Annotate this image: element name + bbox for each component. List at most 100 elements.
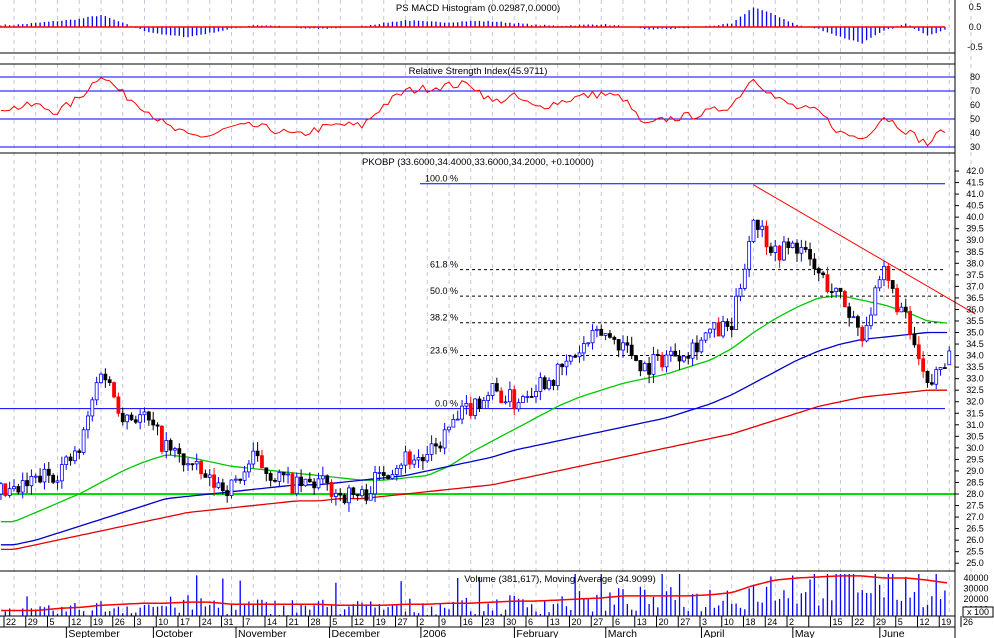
candle-body — [355, 494, 360, 497]
x-tick-label: 12 — [71, 617, 81, 627]
candle-body — [847, 306, 852, 318]
month-label: May — [795, 628, 816, 638]
volume-tick-label: 30000 — [963, 584, 988, 594]
candle-body — [542, 377, 547, 390]
candle-body — [90, 399, 95, 417]
candle-body — [786, 241, 791, 248]
rsi-tick-label: 50 — [970, 114, 980, 124]
candle-body — [425, 454, 430, 462]
candle-body — [347, 487, 351, 504]
candle-body — [394, 468, 399, 475]
candle-body — [929, 382, 934, 385]
x-tick-label: 14 — [267, 617, 277, 627]
candle-body — [364, 489, 369, 501]
candle-body — [512, 389, 517, 410]
price-tick-label: 32.0 — [966, 397, 984, 407]
candle-body — [873, 287, 878, 316]
candle-body — [834, 287, 839, 292]
candle-body — [703, 332, 708, 341]
candle-body — [912, 334, 917, 346]
candle-body — [573, 355, 578, 358]
x-tick-label: 26 — [963, 617, 973, 627]
candle-body — [203, 473, 208, 478]
candle-body — [133, 419, 138, 423]
x-tick-label: 2 — [419, 617, 424, 627]
rsi-tick-label: 60 — [970, 100, 980, 110]
candle-body — [795, 242, 799, 254]
candle-body — [621, 342, 625, 351]
price-tick-label: 39.0 — [966, 235, 984, 245]
rsi-tick-label: 40 — [970, 128, 980, 138]
candle-body — [769, 246, 773, 253]
x-tick-label: 17 — [180, 617, 190, 627]
candle-body — [225, 490, 230, 496]
candle-body — [799, 247, 804, 254]
candle-body — [403, 451, 408, 466]
candle-body — [755, 219, 760, 230]
candle-body — [333, 492, 338, 497]
price-tick-label: 31.0 — [966, 420, 984, 430]
candle-body — [242, 471, 247, 481]
candle-body — [925, 370, 930, 384]
candle-body — [499, 390, 504, 404]
candle-body — [168, 440, 173, 451]
x-tick-label: 27 — [398, 617, 408, 627]
candle-body — [199, 461, 203, 475]
candle-body — [464, 403, 469, 407]
candle-body — [342, 494, 347, 504]
candle-body — [255, 450, 260, 457]
candle-body — [877, 279, 882, 289]
candle-body — [307, 478, 312, 483]
price-tick-label: 26.0 — [966, 535, 984, 545]
x-tick-label: 20 — [572, 617, 582, 627]
candle-body — [947, 350, 952, 366]
candle-body — [725, 321, 730, 327]
candle-body — [586, 342, 591, 345]
candle-body — [420, 457, 425, 462]
candle-body — [186, 463, 190, 466]
candle-body — [299, 476, 304, 487]
volume-title: Volume (381,617), Moving Average (34.909… — [464, 574, 656, 585]
volume-tick-label: 40000 — [963, 573, 988, 583]
candle-body — [329, 482, 334, 497]
candle-body — [12, 486, 16, 490]
candle-body — [690, 342, 695, 359]
candle-body — [943, 367, 947, 369]
candle-body — [25, 480, 29, 487]
fib-level-label: 38.2 % — [430, 313, 458, 323]
candle-body — [886, 265, 891, 281]
candle-body — [547, 380, 551, 390]
price-tick-label: 33.5 — [966, 362, 984, 372]
candle-body — [455, 418, 460, 421]
month-label: November — [238, 628, 287, 638]
candle-body — [581, 343, 586, 354]
x-tick-label: 23 — [485, 617, 495, 627]
fib-level-label: 23.6 % — [430, 346, 458, 356]
candle-body — [634, 355, 638, 361]
price-tick-label: 34.5 — [966, 339, 984, 349]
month-label: June — [882, 628, 905, 638]
candle-body — [73, 450, 77, 462]
candle-body — [438, 445, 443, 449]
candle-body — [42, 468, 47, 483]
price-tick-label: 29.5 — [966, 454, 984, 464]
candle-body — [916, 344, 921, 360]
candle-body — [451, 418, 456, 428]
volume-unit-label: x 100 — [967, 607, 989, 617]
candle-body — [368, 493, 373, 501]
candle-body — [251, 450, 256, 465]
candle-body — [94, 382, 99, 401]
candle-body — [869, 314, 873, 326]
candle-body — [177, 448, 182, 455]
candle-body — [325, 475, 330, 483]
candle-body — [103, 373, 108, 381]
x-tick-label: 15 — [833, 617, 843, 627]
candle-body — [842, 291, 847, 308]
candle-body — [386, 475, 391, 479]
candle-body — [473, 398, 478, 416]
candle-body — [86, 415, 90, 431]
price-tick-label: 28.0 — [966, 489, 984, 499]
candle-body — [434, 443, 438, 447]
candle-body — [390, 474, 395, 479]
candle-body — [138, 414, 143, 423]
